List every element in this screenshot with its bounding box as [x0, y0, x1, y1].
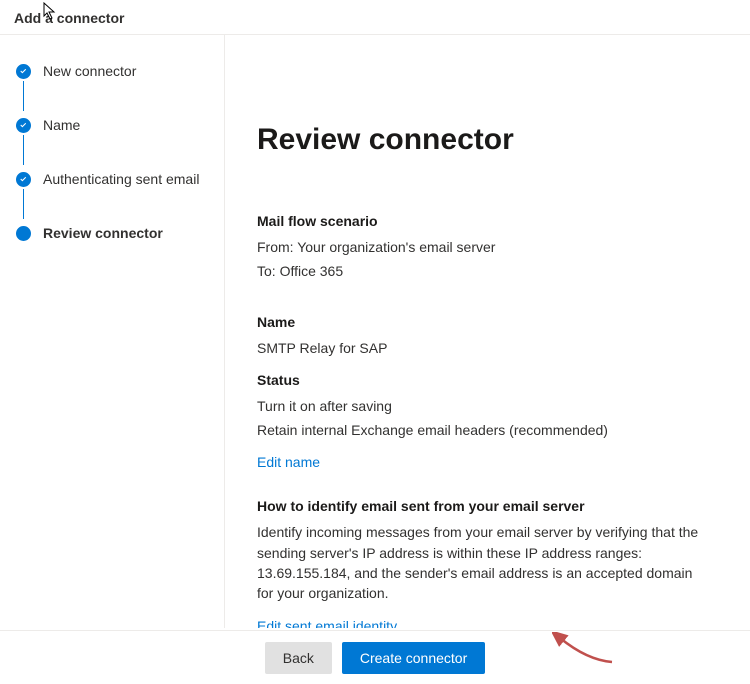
status-line2: Retain internal Exchange email headers (… [257, 420, 706, 440]
step-name[interactable]: Name [16, 113, 212, 137]
wizard-steps: New connector Name Authenticating sent e… [0, 35, 225, 628]
back-button[interactable]: Back [265, 642, 332, 674]
check-icon [16, 172, 31, 187]
edit-identity-link[interactable]: Edit sent email identity [257, 618, 397, 628]
step-label: Authenticating sent email [43, 171, 199, 187]
step-label: Review connector [43, 225, 163, 241]
scenario-from: From: Your organization's email server [257, 237, 706, 257]
footer-actions: Back Create connector [0, 630, 750, 684]
scenario-to: To: Office 365 [257, 261, 706, 281]
check-icon [16, 118, 31, 133]
edit-name-link[interactable]: Edit name [257, 454, 320, 470]
name-heading: Name [257, 314, 706, 330]
step-new-connector[interactable]: New connector [16, 59, 212, 83]
panel-header: Add a connector [0, 0, 750, 35]
identify-body: Identify incoming messages from your ema… [257, 522, 706, 603]
step-label: New connector [43, 63, 136, 79]
page-title: Review connector [257, 123, 706, 157]
check-icon [16, 64, 31, 79]
create-connector-button[interactable]: Create connector [342, 642, 485, 674]
step-label: Name [43, 117, 80, 133]
content-area: Review connector Mail flow scenario From… [225, 35, 750, 628]
scenario-heading: Mail flow scenario [257, 213, 706, 229]
panel-title: Add a connector [14, 10, 124, 26]
step-authenticating[interactable]: Authenticating sent email [16, 167, 212, 191]
status-line1: Turn it on after saving [257, 396, 706, 416]
status-heading: Status [257, 372, 706, 388]
name-value: SMTP Relay for SAP [257, 338, 706, 358]
current-step-icon [16, 226, 31, 241]
identify-heading: How to identify email sent from your ema… [257, 498, 706, 514]
step-review[interactable]: Review connector [16, 221, 212, 245]
